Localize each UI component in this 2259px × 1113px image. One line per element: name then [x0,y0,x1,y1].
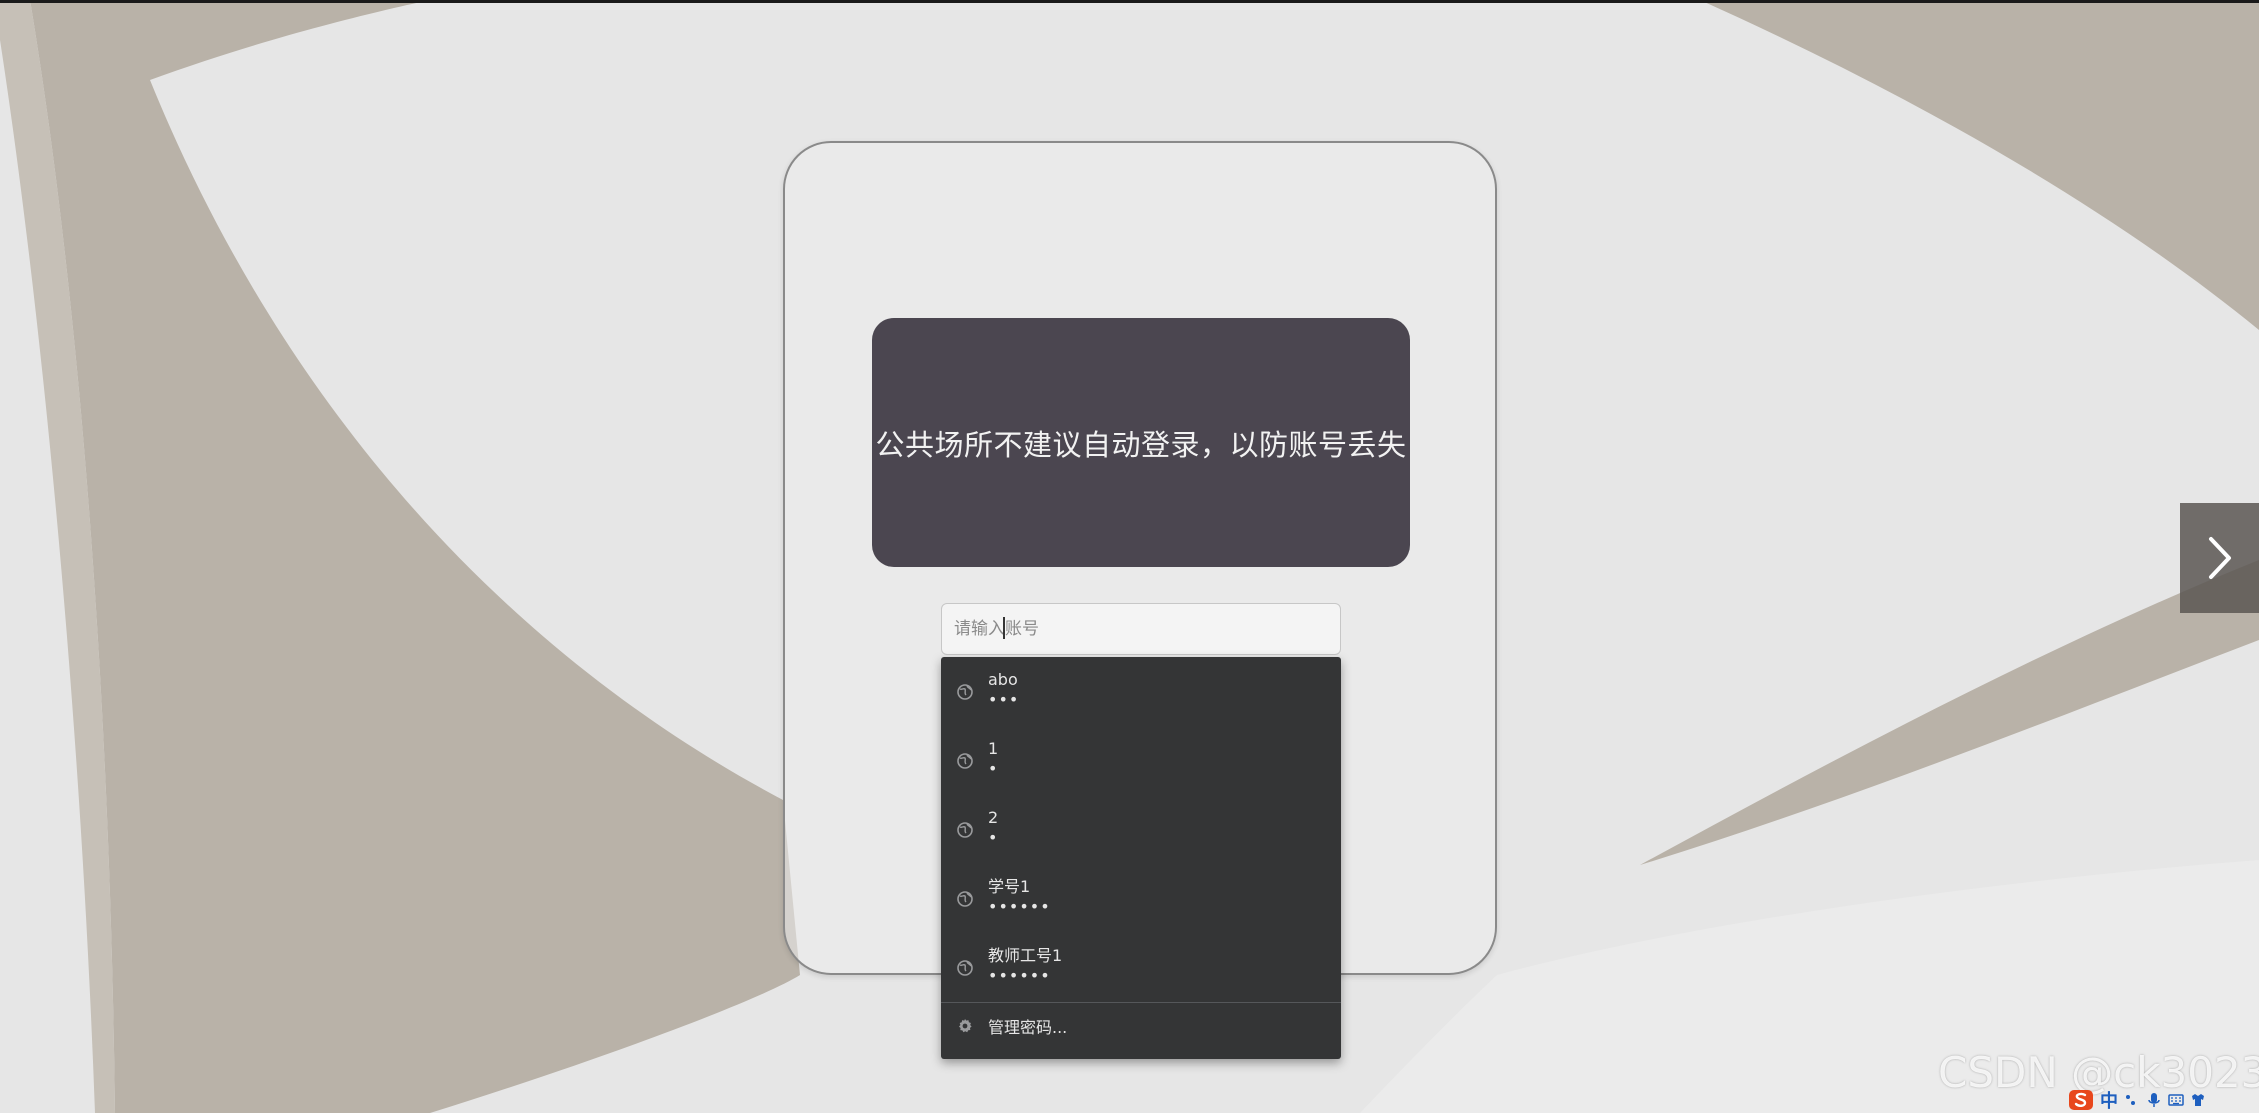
account-input[interactable] [941,603,1341,655]
saved-account-item[interactable]: 学号1 •••••• [941,864,1341,933]
saved-account-item[interactable]: 2 • [941,795,1341,864]
globe-icon [957,821,973,838]
notice-text: 公共场所不建议自动登录，以防账号丢失 [875,427,1407,462]
saved-account-username: 学号1 [988,877,1031,896]
saved-accounts-dropdown: abo ••• 1 • 2 • 学号1 •••••• 教师工号1 •••••• … [941,657,1341,1059]
ime-mode-indicator[interactable]: 中 [2100,1087,2118,1113]
manage-passwords-item[interactable]: 管理密码... [941,1003,1341,1049]
saved-account-username: 教师工号1 [988,946,1063,965]
saved-account-password: •••••• [988,966,1051,985]
saved-account-password: • [988,759,999,778]
saved-account-password: • [988,828,999,847]
text-cursor [1003,617,1005,639]
saved-account-username: 1 [988,739,999,758]
microphone-icon[interactable] [2146,1092,2162,1108]
ime-toolbar: 中 [2068,1087,2259,1113]
notice-banner: 公共场所不建议自动登录，以防账号丢失 [872,318,1410,567]
window-top-edge [0,0,2259,3]
punctuation-icon[interactable] [2124,1092,2140,1108]
saved-account-password: ••• [988,690,1020,709]
saved-account-item[interactable]: abo ••• [941,657,1341,726]
globe-icon [957,890,973,907]
globe-icon [957,959,973,976]
saved-account-username: abo [988,670,1018,689]
next-slide-button[interactable] [2180,503,2259,613]
chevron-right-icon [2208,537,2231,579]
saved-account-username: 2 [988,808,999,827]
login-page: 公共场所不建议自动登录，以防账号丢失 abo ••• 1 • [0,0,2259,1113]
manage-passwords-label: 管理密码... [988,1018,1068,1037]
keyboard-icon[interactable] [2168,1092,2184,1108]
globe-icon [957,683,973,700]
globe-icon [957,752,973,769]
skin-icon[interactable] [2190,1092,2206,1108]
saved-account-password: •••••• [988,897,1051,916]
saved-account-item[interactable]: 1 • [941,726,1341,795]
sogou-logo-icon[interactable] [2068,1089,2094,1111]
gear-icon [959,1019,972,1033]
saved-account-item[interactable]: 教师工号1 •••••• [941,933,1341,1002]
